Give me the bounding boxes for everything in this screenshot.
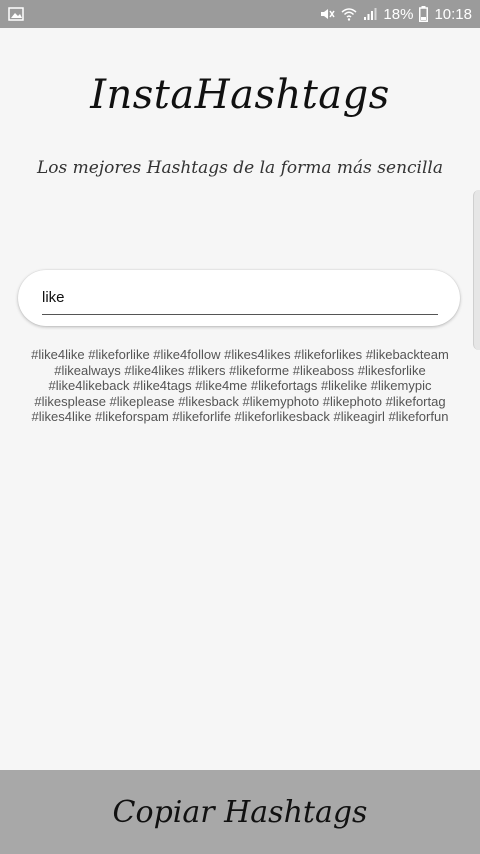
hashtag-results: #like4like #likeforlike #like4follow #li… [20, 347, 460, 425]
hashtag-line: #likesplease #likeplease #likesback #lik… [34, 393, 446, 409]
app-title: InstaHashtags [90, 72, 390, 118]
hashtag-line: #like4likeback #like4tags #like4me #like… [48, 378, 432, 394]
wifi-icon [341, 6, 357, 22]
hashtag-line: #like4like #likeforlike #like4follow #li… [31, 347, 449, 362]
battery-percent: 18% [383, 5, 414, 23]
status-time: 10:18 [434, 5, 472, 23]
hashtag-line: #likealways #like4likes #likers #likefor… [54, 362, 426, 378]
copy-hashtags-button[interactable]: Copiar Hashtags [0, 770, 480, 854]
app-subtitle: Los mejores Hashtags de la forma más sen… [37, 158, 443, 178]
search-input[interactable] [42, 280, 438, 315]
signal-icon [363, 7, 377, 21]
hashtag-line: #likes4like #likeforspam #likeforlife #l… [31, 409, 449, 425]
mute-icon [319, 6, 336, 22]
status-bar: 18% 10:18 [0, 0, 480, 28]
battery-icon [419, 6, 429, 22]
search-container [18, 270, 460, 326]
copy-hashtags-label: Copiar Hashtags [112, 794, 368, 830]
status-icons: 18% 10:18 [319, 4, 472, 24]
edge-panel-handle[interactable] [473, 190, 480, 350]
image-icon [8, 6, 24, 22]
